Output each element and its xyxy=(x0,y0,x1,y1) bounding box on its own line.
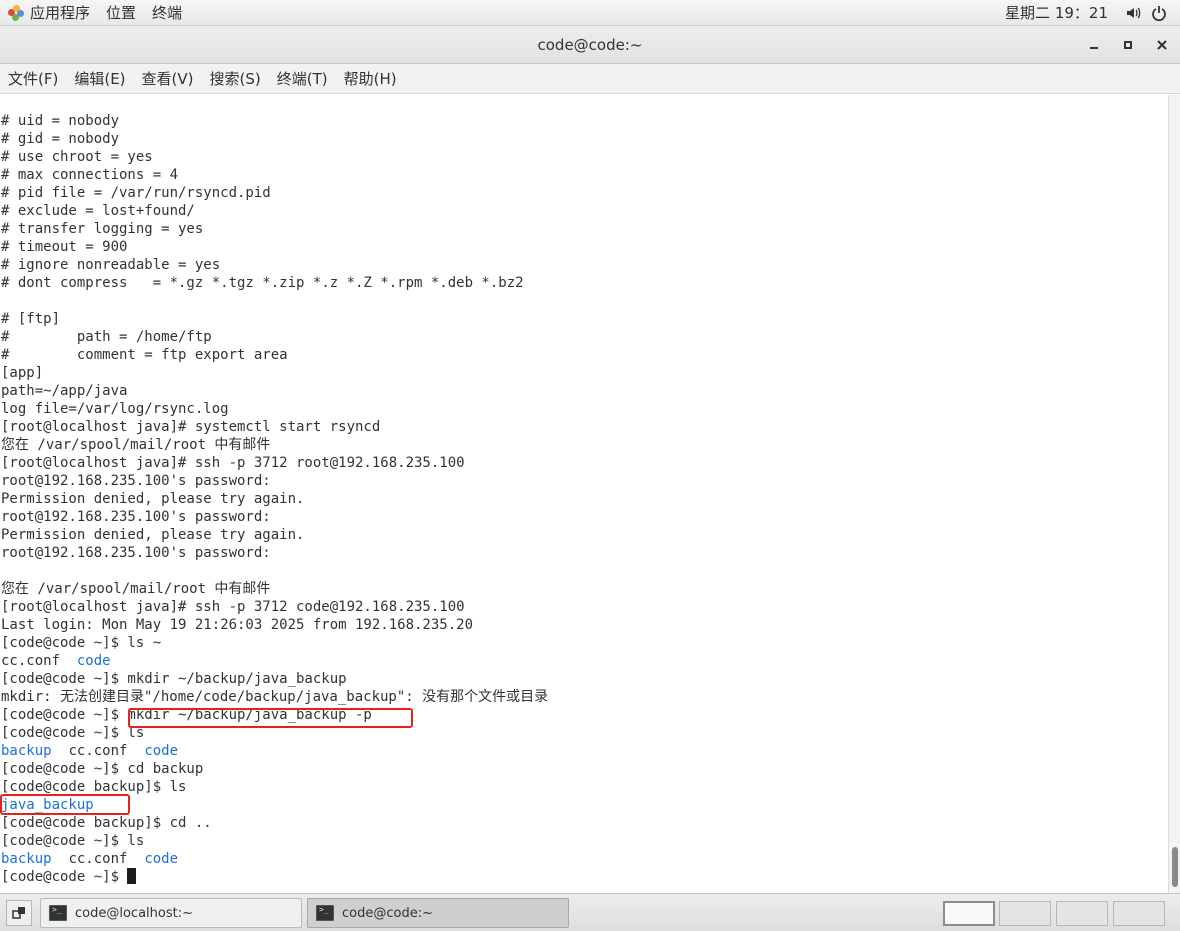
terminal-line: [code@code backup]$ cd .. xyxy=(1,815,212,831)
menu-search[interactable]: 搜索(S) xyxy=(204,64,267,94)
minimize-icon[interactable] xyxy=(1083,34,1105,56)
terminal-line: # [ftp] xyxy=(1,311,61,327)
show-desktop-icon[interactable] xyxy=(6,900,32,926)
terminal-line: path=~/app/java xyxy=(1,383,128,399)
task-label: code@code:~ xyxy=(342,905,433,921)
menu-view[interactable]: 查看(V) xyxy=(136,64,200,94)
menu-file[interactable]: 文件(F) xyxy=(2,64,64,94)
terminal-line: [code@code ~]$ mkdir ~/backup/java_backu… xyxy=(1,707,372,723)
task-code-code[interactable]: code@code:~ xyxy=(307,898,569,928)
terminal-output[interactable]: # uid = nobody # gid = nobody # use chro… xyxy=(0,95,1168,893)
directory-entry: code xyxy=(76,653,111,669)
terminal-lines: # uid = nobody # gid = nobody # use chro… xyxy=(1,112,548,886)
terminal-line: # max connections = 4 xyxy=(1,167,179,183)
ls-output-line: cc.conf code xyxy=(1,652,548,670)
workspace-2[interactable] xyxy=(999,901,1051,926)
terminal-line: root@192.168.235.100's password: xyxy=(1,473,271,489)
terminal-line: [app] xyxy=(1,365,44,381)
applications-label: 应用程序 xyxy=(30,4,91,22)
terminal-scrollbar[interactable] xyxy=(1168,95,1180,893)
terminal-line: # ignore nonreadable = yes xyxy=(1,257,221,273)
terminal-line: [code@code backup]$ ls xyxy=(1,779,187,795)
terminal-line: [root@localhost java]# ssh -p 3712 root@… xyxy=(1,455,465,471)
applications-menu[interactable]: 应用程序 xyxy=(0,0,98,26)
ls-output-line: backup cc.conf code xyxy=(1,850,548,868)
terminal-line: root@192.168.235.100's password: xyxy=(1,545,271,561)
directory-entry: backup xyxy=(1,851,52,867)
workspace-1[interactable] xyxy=(943,901,995,926)
directory-entry: code xyxy=(144,851,179,867)
power-icon[interactable] xyxy=(1146,0,1172,26)
terminal-line: 您在 /var/spool/mail/root 中有邮件 xyxy=(1,581,271,597)
prompt-line: [code@code ~]$ xyxy=(1,868,548,886)
applications-logo-icon xyxy=(8,4,24,21)
terminal-line: log file=/var/log/rsync.log xyxy=(1,401,229,417)
menu-help[interactable]: 帮助(H) xyxy=(338,64,403,94)
window-title: code@code:~ xyxy=(537,35,643,54)
workspace-3[interactable] xyxy=(1056,901,1108,926)
terminal-icon xyxy=(49,905,67,921)
terminal-line: mkdir: 无法创建目录"/home/code/backup/java_bac… xyxy=(1,689,549,705)
task-label: code@localhost:~ xyxy=(75,905,193,921)
directory-entry: backup xyxy=(1,743,52,759)
terminal-line: # gid = nobody xyxy=(1,131,120,147)
top-panel: 应用程序 位置 终端 星期二 19：21 xyxy=(0,0,1180,26)
places-menu[interactable]: 位置 xyxy=(98,0,144,26)
terminal-line: # path = /home/ftp xyxy=(1,329,212,345)
clock[interactable]: 星期二 19：21 xyxy=(993,2,1120,23)
terminal-line: # dont compress = *.gz *.tgz *.zip *.z *… xyxy=(1,275,524,291)
terminal-line: # uid = nobody xyxy=(1,113,120,129)
terminal-app-menu[interactable]: 终端 xyxy=(144,0,190,26)
workspace-4[interactable] xyxy=(1113,901,1165,926)
maximize-icon[interactable] xyxy=(1117,34,1139,56)
directory-entry: java_backup xyxy=(1,797,94,813)
directory-entry: code xyxy=(144,743,179,759)
terminal-line: [root@localhost java]# ssh -p 3712 code@… xyxy=(1,599,465,615)
terminal-line: [code@code ~]$ cd backup xyxy=(1,761,204,777)
terminal-line: [code@code ~]$ mkdir ~/backup/java_backu… xyxy=(1,671,347,687)
task-code-localhost[interactable]: code@localhost:~ xyxy=(40,898,302,928)
terminal-line: # comment = ftp export area xyxy=(1,347,288,363)
file-entry: cc.conf xyxy=(68,851,128,867)
terminal-line: [code@code ~]$ ls xyxy=(1,833,145,849)
menu-edit[interactable]: 编辑(E) xyxy=(68,64,131,94)
terminal-line: # timeout = 900 xyxy=(1,239,128,255)
places-label: 位置 xyxy=(106,4,137,22)
window-title-bar[interactable]: code@code:~ xyxy=(0,26,1180,64)
terminal-line: Permission denied, please try again. xyxy=(1,527,305,543)
menu-bar: 文件(F) 编辑(E) 查看(V) 搜索(S) 终端(T) 帮助(H) xyxy=(0,64,1180,94)
scrollbar-thumb[interactable] xyxy=(1172,847,1178,887)
terminal-icon xyxy=(316,905,334,921)
file-entry: cc.conf xyxy=(1,653,61,669)
terminal-line: root@192.168.235.100's password: xyxy=(1,509,271,525)
speaker-icon[interactable] xyxy=(1120,0,1146,26)
terminal-line: Permission denied, please try again. xyxy=(1,491,305,507)
terminal-line: [root@localhost java]# systemctl start r… xyxy=(1,419,381,435)
terminal-line: [code@code ~]$ ls ~ xyxy=(1,635,162,651)
ls-output-line: backup cc.conf code xyxy=(1,742,548,760)
terminal-line: # pid file = /var/run/rsyncd.pid xyxy=(1,185,271,201)
terminal-line: 您在 /var/spool/mail/root 中有邮件 xyxy=(1,437,271,453)
terminal-line: Last login: Mon May 19 21:26:03 2025 fro… xyxy=(1,617,474,633)
terminal-line: # transfer logging = yes xyxy=(1,221,204,237)
close-icon[interactable] xyxy=(1151,34,1173,56)
ls-output-line: java_backup xyxy=(1,796,548,814)
terminal-line: [code@code ~]$ ls xyxy=(1,725,145,741)
text-cursor xyxy=(127,868,137,884)
bottom-taskbar: code@localhost:~ code@code:~ xyxy=(0,893,1180,931)
terminal-line: # exclude = lost+found/ xyxy=(1,203,195,219)
prompt: [code@code ~]$ xyxy=(1,869,128,885)
terminal-line: # use chroot = yes xyxy=(1,149,153,165)
file-entry: cc.conf xyxy=(68,743,128,759)
menu-terminal[interactable]: 终端(T) xyxy=(271,64,334,94)
terminal-app-label: 终端 xyxy=(152,4,183,22)
